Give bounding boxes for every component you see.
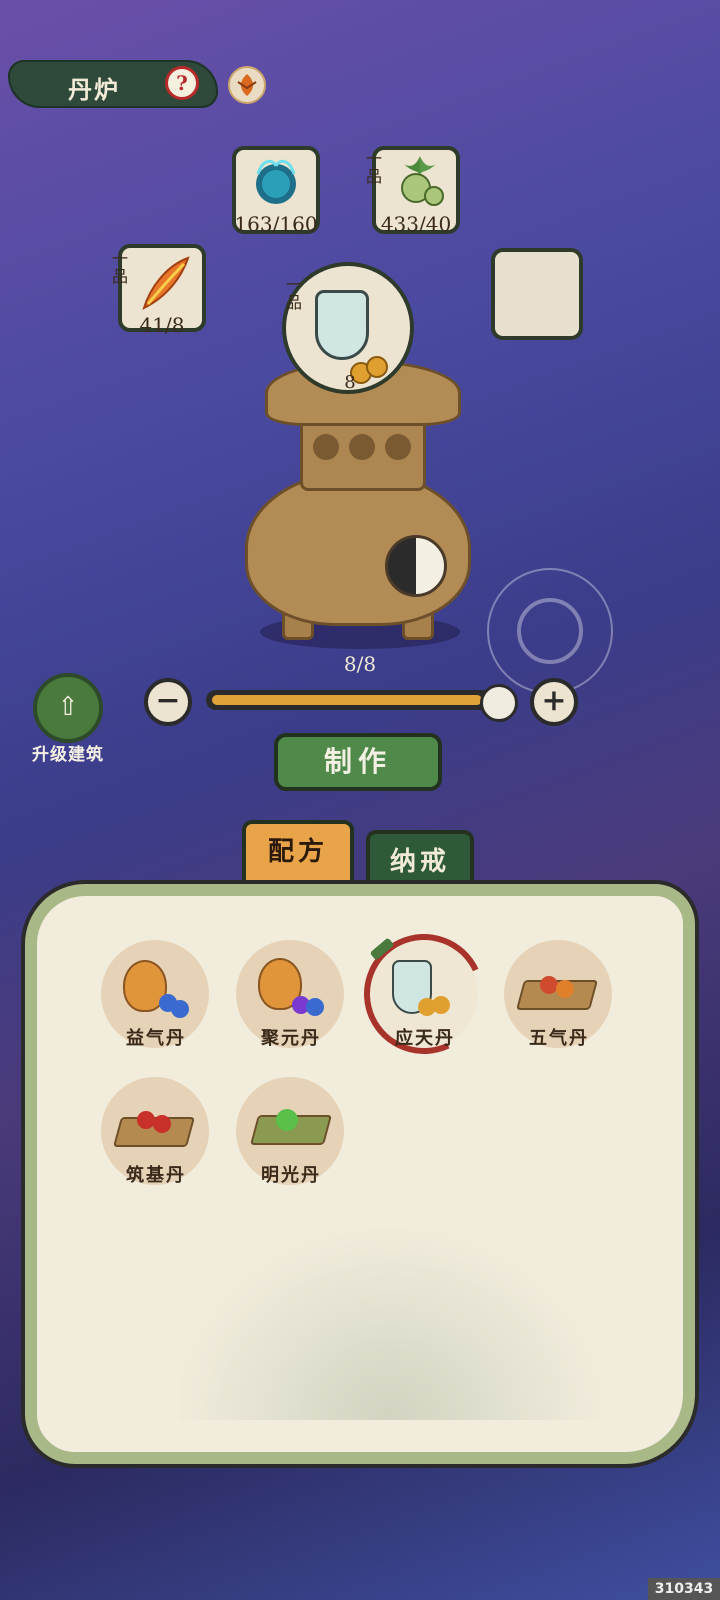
material-count: 433/40	[380, 212, 452, 236]
make-button[interactable]: 制作	[274, 733, 442, 791]
material-count: 163/160	[234, 212, 318, 236]
recipe-item[interactable]: 聚元丹	[236, 940, 346, 1050]
recipe-label: 明光丹	[261, 1165, 321, 1186]
recipe-item[interactable]: 明光丹	[236, 1077, 346, 1187]
elixir-bottle-icon	[315, 290, 369, 360]
recipe-label: 筑基丹	[126, 1165, 186, 1186]
tab-recipes[interactable]: 配方	[242, 820, 354, 884]
spirit-ring-effect-inner	[517, 598, 583, 664]
recipe-item[interactable]: 五气丹	[504, 940, 614, 1050]
empty-material-slot[interactable]	[491, 248, 583, 340]
recipe-label: 聚元丹	[261, 1028, 321, 1049]
product-count: 8	[344, 372, 356, 393]
recipe-item-selected[interactable]: 应天丹	[347, 917, 501, 1071]
craft-quantity: 8/8	[343, 652, 377, 676]
yin-yang-icon	[385, 535, 447, 597]
product-grade: 一品	[285, 275, 302, 312]
increase-button[interactable]: +	[530, 678, 578, 726]
recipe-label: 益气丹	[126, 1028, 186, 1049]
recipe-label: 应天丹	[395, 1028, 455, 1049]
quantity-slider-knob[interactable]	[480, 684, 518, 722]
upgrade-building-button[interactable]: ⇧	[33, 673, 103, 743]
help-icon[interactable]: ?	[165, 66, 199, 100]
recipe-item[interactable]: 筑基丹	[101, 1077, 211, 1187]
recipe-label: 五气丹	[529, 1028, 589, 1049]
spirit-orb-icon	[256, 159, 296, 204]
furnace-neck	[300, 415, 426, 491]
material-count: 41/8	[139, 313, 185, 337]
screenshot-id: 310343	[648, 1578, 720, 1600]
decrease-button[interactable]: −	[144, 678, 192, 726]
herb-icon	[401, 156, 444, 206]
page-title: 丹炉	[68, 75, 120, 104]
phoenix-icon[interactable]	[228, 66, 266, 104]
fire-feather-icon	[142, 256, 190, 310]
mountain-backdrop	[180, 1230, 600, 1420]
quantity-slider-fill	[212, 695, 482, 705]
material-grade: 一品	[365, 149, 382, 186]
material-grade: 一品	[111, 249, 128, 286]
upgrade-icon: ⇧	[57, 692, 79, 722]
recipe-item[interactable]: 益气丹	[101, 940, 211, 1050]
upgrade-building-label: 升级建筑	[32, 745, 104, 765]
